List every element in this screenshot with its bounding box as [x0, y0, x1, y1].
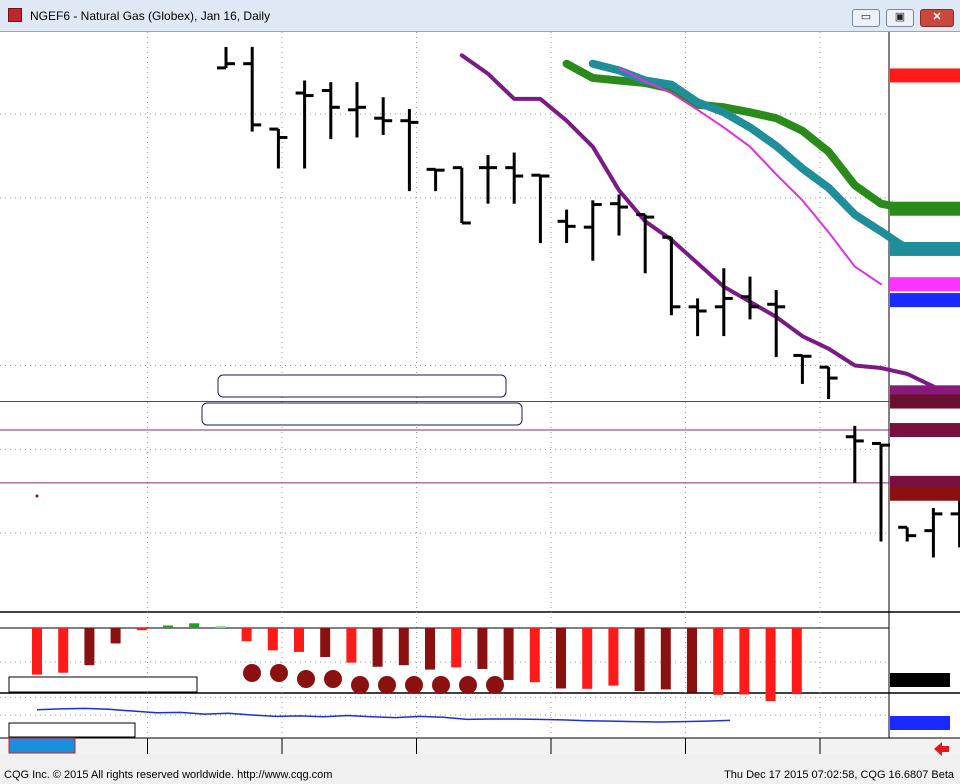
price-marker: [890, 201, 960, 216]
price-marker: [890, 293, 960, 308]
squeeze-histogram-bar: [608, 628, 619, 686]
squeeze-histogram-bar: [634, 628, 645, 691]
restore-button[interactable]: ▣: [886, 9, 914, 27]
squeeze-histogram-bar: [241, 628, 252, 642]
rsi-readout-box: [8, 722, 136, 738]
squeeze-histogram-bar: [451, 628, 462, 668]
status-bar: CQG Inc. © 2015 All rights reserved worl…: [0, 768, 960, 784]
annotation-box: [201, 402, 523, 426]
price-pane-bg: [0, 32, 889, 612]
chart-area[interactable]: [0, 32, 960, 768]
squeeze-histogram-bar: [529, 628, 540, 683]
squeeze-histogram-bar: [425, 628, 435, 670]
price-marker: [890, 486, 960, 501]
squeeze-histogram-bar: [791, 628, 802, 695]
rsi-value-marker: [890, 716, 950, 730]
squeeze-histogram-bar: [398, 628, 409, 666]
squeeze-dot: [378, 676, 396, 694]
price-marker: [890, 394, 960, 409]
squeeze-histogram-bar: [687, 628, 697, 693]
squeeze-histogram-bar: [503, 628, 514, 680]
squeeze-histogram-bar: [346, 628, 357, 663]
window-titlebar: NGEF6 - Natural Gas (Globex), Jan 16, Da…: [0, 0, 960, 32]
squeeze-histogram-bar: [739, 628, 750, 695]
copyright-text: CQG Inc. © 2015 All rights reserved worl…: [4, 769, 333, 781]
squeeze-histogram-bar: [556, 628, 566, 689]
squeeze-histogram-bar: [267, 628, 278, 651]
timestamp-text: Thu Dec 17 2015 07:02:58, CQG 16.6807 Be…: [724, 769, 954, 781]
squeeze-histogram-bar: [320, 628, 331, 657]
price-marker: [890, 68, 960, 83]
squeeze-histogram-bar: [582, 628, 593, 689]
squeeze-histogram-bar: [294, 628, 304, 652]
squeeze-histogram-bar: [163, 625, 173, 628]
squeeze-value-marker: [890, 673, 950, 687]
price-axis-bg: [889, 32, 960, 738]
squeeze-readout-box: [8, 676, 198, 693]
minimize-button[interactable]: ▭: [852, 9, 880, 27]
app-icon: [8, 8, 22, 22]
squeeze-histogram-bar: [372, 628, 383, 667]
time-axis-bg: [0, 738, 960, 754]
squeeze-histogram-bar: [713, 628, 724, 695]
squeeze-histogram-bar: [477, 628, 488, 669]
squeeze-histogram-bar: [32, 628, 42, 675]
squeeze-histogram-bar: [110, 628, 121, 644]
squeeze-dot: [486, 676, 504, 694]
squeeze-histogram-bar: [189, 623, 200, 628]
squeeze-histogram-bar: [765, 628, 776, 702]
squeeze-dot: [270, 664, 288, 682]
squeeze-histogram-bar: [136, 628, 147, 631]
price-marker: [890, 277, 960, 292]
squeeze-dot: [297, 670, 315, 688]
squeeze-dot: [243, 664, 261, 682]
price-marker: [890, 423, 960, 438]
squeeze-histogram-bar: [215, 626, 226, 628]
squeeze-dot: [432, 676, 450, 694]
price-marker: [890, 241, 960, 256]
marker-dot: [35, 494, 39, 498]
squeeze-histogram-bar: [660, 628, 671, 690]
close-button[interactable]: ✕: [920, 9, 954, 27]
window-title: NGEF6 - Natural Gas (Globex), Jan 16, Da…: [30, 9, 271, 23]
squeeze-dot: [459, 676, 477, 694]
squeeze-dot: [405, 676, 423, 694]
symbol-box: [8, 737, 76, 754]
annotation-box: [217, 374, 507, 398]
squeeze-dot: [324, 670, 342, 688]
squeeze-dot: [351, 676, 369, 694]
squeeze-histogram-bar: [84, 628, 95, 666]
squeeze-histogram-bar: [58, 628, 69, 673]
